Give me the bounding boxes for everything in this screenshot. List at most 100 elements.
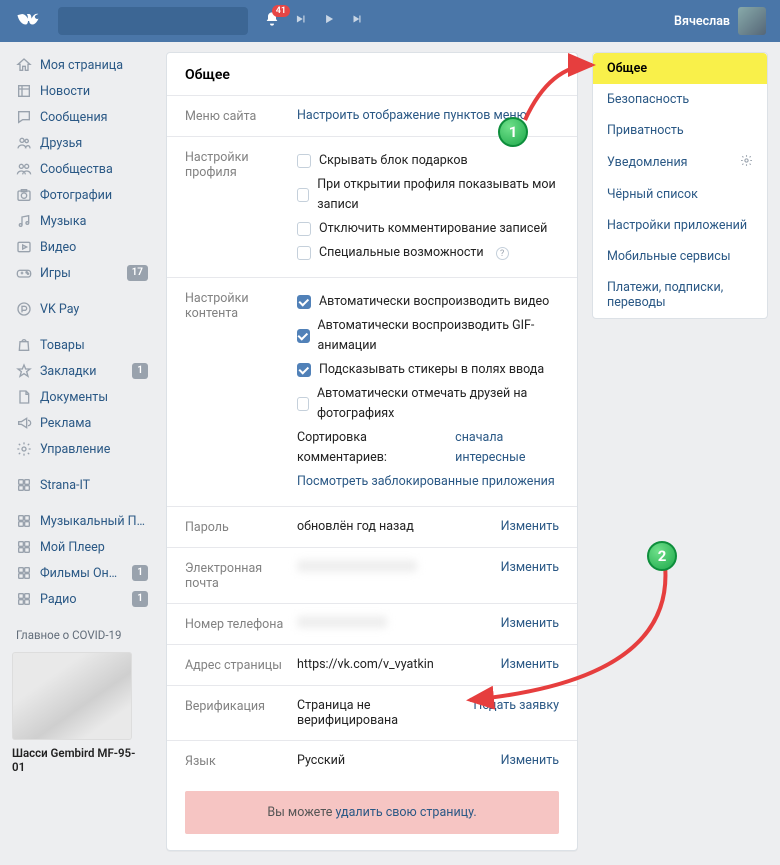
row-password: Пароль обновлён год назад Изменить [167, 507, 577, 547]
settings-nav-label: Настройки приложений [607, 218, 747, 233]
checkbox[interactable] [297, 363, 311, 377]
checkbox-row[interactable]: Подсказывать стикеры в полях ввода [297, 358, 559, 382]
sidebar-item-0-0[interactable]: Моя страница [12, 52, 152, 78]
sidebar-item-0-4[interactable]: Сообщества [12, 156, 152, 182]
news-icon [16, 83, 32, 99]
checkbox[interactable] [297, 246, 311, 260]
settings-nav-item-7[interactable]: Платежи, подписки, переводы [593, 272, 767, 318]
checkbox[interactable] [297, 329, 310, 343]
gear-icon [16, 441, 32, 457]
sidebar-item-4-0[interactable]: Музыкальный Плее… [12, 508, 152, 534]
msg-icon [16, 109, 32, 125]
checkbox-row[interactable]: Автоматически воспроизводить GIF-анимаци… [297, 314, 559, 358]
media-prev-icon[interactable] [294, 12, 308, 30]
vk-logo-icon[interactable] [14, 7, 42, 35]
sidebar-item-0-1[interactable]: Новости [12, 78, 152, 104]
sidebar-item-label: Музыка [40, 214, 86, 229]
sidebar-item-0-3[interactable]: Друзья [12, 130, 152, 156]
sidebar-item-label: Сообщения [40, 110, 108, 125]
checkbox-row[interactable]: Автоматически воспроизводить видео [297, 290, 559, 314]
sidebar-item-label: VK Pay [40, 302, 79, 317]
settings-nav-item-5[interactable]: Настройки приложений [593, 210, 767, 241]
covid-link[interactable]: Главное о COVID-19 [12, 622, 152, 644]
app-icon [16, 513, 32, 529]
blocked-apps-link[interactable]: Посмотреть заблокированные приложения [297, 472, 555, 492]
sidebar-item-0-5[interactable]: Фотографии [12, 182, 152, 208]
sidebar-badge: 1 [132, 363, 148, 379]
delete-page-link[interactable]: удалить свою страницу. [335, 805, 476, 820]
settings-nav-label: Приватность [607, 123, 684, 138]
photo-icon [16, 187, 32, 203]
sidebar-item-0-6[interactable]: Музыка [12, 208, 152, 234]
sidebar-item-4-1[interactable]: Мой Плеер [12, 534, 152, 560]
sidebar-item-3-0[interactable]: Strana-IT [12, 472, 152, 498]
checkbox[interactable] [297, 397, 309, 411]
row-language: Язык Русский Изменить [167, 741, 577, 781]
checkbox-label: Автоматически воспроизводить GIF-анимаци… [318, 316, 560, 356]
settings-nav-item-6[interactable]: Мобильные сервисы [593, 241, 767, 272]
settings-nav-item-0[interactable]: Общее [593, 53, 767, 84]
sidebar-item-2-3[interactable]: Реклама [12, 410, 152, 436]
checkbox[interactable] [297, 154, 311, 168]
sidebar-item-0-8[interactable]: Игры 17 [12, 260, 152, 286]
annotation-circle-2: 2 [647, 541, 677, 571]
sidebar-item-label: Музыкальный Плее… [40, 514, 148, 529]
left-sidebar: Моя страница Новости Сообщения Друзья Со… [12, 52, 152, 774]
annotation-circle-1: 1 [498, 117, 528, 147]
change-language-link[interactable]: Изменить [493, 753, 559, 769]
sidebar-item-2-1[interactable]: Закладки 1 [12, 358, 152, 384]
sidebar-item-0-7[interactable]: Видео [12, 234, 152, 260]
checkbox-row[interactable]: При открытии профиля показывать мои запи… [297, 173, 559, 217]
sidebar-ad[interactable]: Шасси Gembird MF-95-01 [12, 652, 152, 774]
media-play-icon[interactable] [322, 12, 336, 30]
settings-nav-label: Мобильные сервисы [607, 249, 731, 264]
app-icon [16, 539, 32, 555]
checkbox-label: Автоматически отмечать друзей на фотогра… [317, 384, 559, 424]
game-icon [16, 265, 32, 281]
settings-card: Общее Меню сайта Настроить отображение п… [166, 52, 578, 851]
settings-nav-item-1[interactable]: Безопасность [593, 84, 767, 115]
friends-icon [16, 135, 32, 151]
sidebar-item-label: Документы [40, 390, 108, 405]
checkbox-label: Автоматически воспроизводить видео [319, 292, 549, 312]
user-menu[interactable]: Вячеслав [674, 7, 766, 35]
sidebar-item-1-0[interactable]: VK Pay [12, 296, 152, 322]
settings-nav-item-3[interactable]: Уведомления [593, 146, 767, 179]
sidebar-item-label: Сообщества [40, 162, 113, 177]
search-input[interactable] [58, 7, 248, 35]
app-icon [16, 565, 32, 581]
music-icon [16, 213, 32, 229]
checkbox-label: При открытии профиля показывать мои запи… [317, 175, 559, 215]
sidebar-item-0-2[interactable]: Сообщения [12, 104, 152, 130]
notifications-icon[interactable]: 41 [264, 11, 280, 31]
comment-sort-link[interactable]: сначала интересные [455, 428, 559, 468]
sidebar-item-label: Закладки [40, 364, 97, 379]
settings-nav-item-4[interactable]: Чёрный список [593, 179, 767, 210]
sidebar-item-4-2[interactable]: Фильмы Онлайн 1 [12, 560, 152, 586]
checkbox-row[interactable]: Скрывать блок подарков [297, 149, 559, 173]
checkbox[interactable] [297, 188, 309, 202]
topbar: 41 Вячеслав [0, 0, 780, 42]
sidebar-item-2-0[interactable]: Товары [12, 332, 152, 358]
settings-nav-item-2[interactable]: Приватность [593, 115, 767, 146]
checkbox-row[interactable]: Отключить комментирование записей [297, 217, 559, 241]
bag-icon [16, 337, 32, 353]
checkbox[interactable] [297, 295, 311, 309]
change-password-link[interactable]: Изменить [493, 519, 559, 535]
sidebar-item-2-4[interactable]: Управление [12, 436, 152, 462]
configure-menu-link[interactable]: Настроить отображение пунктов меню [297, 108, 527, 123]
checkbox[interactable] [297, 222, 311, 236]
checkbox-row[interactable]: Автоматически отмечать друзей на фотогра… [297, 382, 559, 426]
sidebar-item-2-2[interactable]: Документы [12, 384, 152, 410]
settings-nav-label: Чёрный список [607, 187, 698, 202]
checkbox-label: Подсказывать стикеры в полях ввода [319, 360, 544, 380]
star-icon [16, 363, 32, 379]
notifications-badge: 41 [272, 5, 290, 17]
media-next-icon[interactable] [350, 12, 364, 30]
sidebar-item-4-3[interactable]: Радио 1 [12, 586, 152, 612]
gear-icon[interactable] [740, 154, 753, 171]
help-icon[interactable]: ? [496, 247, 509, 260]
page-title: Общее [167, 53, 577, 95]
checkbox-row[interactable]: Специальные возможности? [297, 241, 559, 265]
sidebar-item-label: Новости [40, 84, 90, 99]
